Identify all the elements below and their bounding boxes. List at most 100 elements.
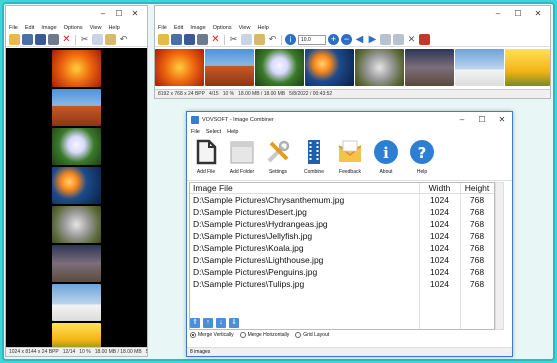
paste-icon[interactable]: [254, 34, 265, 45]
left-menubar: File Edit Image Options View Help: [6, 23, 147, 33]
save-icon[interactable]: [184, 34, 195, 45]
column-header-image-file[interactable]: Image File: [190, 183, 419, 193]
menu-file[interactable]: File: [191, 129, 200, 135]
help-button[interactable]: ? Help: [407, 136, 437, 175]
open-folder-icon[interactable]: [9, 34, 20, 45]
table-row[interactable]: D:\Sample Pictures\Jellyfish.jpg 1024 76…: [190, 230, 494, 242]
desert-thumbnail: [52, 89, 101, 126]
feedback-button[interactable]: Feedback: [335, 136, 365, 175]
zoom-in-icon[interactable]: +: [328, 34, 339, 45]
print-icon[interactable]: [48, 34, 59, 45]
copy-icon[interactable]: [92, 34, 103, 45]
cut-icon[interactable]: ✂: [79, 34, 90, 45]
table-row[interactable]: D:\Sample Pictures\Koala.jpg 1024 768: [190, 242, 494, 254]
menu-help[interactable]: Help: [227, 129, 238, 135]
menu-file[interactable]: File: [158, 25, 167, 31]
radio-selected-icon[interactable]: [190, 332, 196, 338]
column-header-width[interactable]: Width: [419, 183, 460, 193]
close-icon[interactable]: ✕: [533, 9, 543, 19]
memory-usage: 18.00 MB / 18.00 MB: [94, 349, 142, 355]
grid-layout-option[interactable]: Grid Layout: [295, 332, 329, 338]
add-folder-button[interactable]: Add Folder: [227, 136, 257, 175]
width-cell: 1024: [430, 207, 449, 217]
delete-icon[interactable]: ✕: [61, 34, 72, 45]
paste-icon[interactable]: [105, 34, 116, 45]
table-row[interactable]: D:\Sample Pictures\Desert.jpg 1024 768: [190, 206, 494, 218]
table-row[interactable]: D:\Sample Pictures\Penguins.jpg 1024 768: [190, 266, 494, 278]
menu-select[interactable]: Select: [206, 129, 221, 135]
menu-edit[interactable]: Edit: [174, 25, 183, 31]
menu-view[interactable]: View: [90, 25, 102, 31]
vertical-image-strip[interactable]: [6, 48, 147, 351]
exit-icon[interactable]: [419, 34, 430, 45]
add-file-label: Add File: [196, 169, 216, 175]
info-icon[interactable]: i: [285, 34, 296, 45]
column-header-height[interactable]: Height: [460, 183, 494, 193]
page-icon[interactable]: [380, 34, 391, 45]
table-row[interactable]: D:\Sample Pictures\Hydrangeas.jpg 1024 7…: [190, 218, 494, 230]
menu-options[interactable]: Options: [64, 25, 83, 31]
copy-icon[interactable]: [241, 34, 252, 45]
menu-view[interactable]: View: [239, 25, 251, 31]
filmstrip-icon[interactable]: [171, 34, 182, 45]
radio-icon[interactable]: [239, 332, 246, 338]
menu-image[interactable]: Image: [190, 25, 205, 31]
move-bottom-icon[interactable]: ⇓: [229, 318, 239, 328]
height-cell: 768: [469, 267, 485, 277]
file-path-cell: D:\Sample Pictures\Hydrangeas.jpg: [193, 219, 328, 229]
tools-icon[interactable]: ✕: [406, 34, 417, 45]
table-row[interactable]: D:\Sample Pictures\Lighthouse.jpg 1024 7…: [190, 254, 494, 266]
undo-icon[interactable]: ↶: [267, 34, 278, 45]
about-button[interactable]: i About: [371, 136, 401, 175]
maximize-icon[interactable]: ☐: [114, 9, 124, 19]
next-arrow-icon[interactable]: ▶: [367, 34, 378, 45]
close-icon[interactable]: ✕: [497, 115, 507, 125]
close-icon[interactable]: ✕: [130, 9, 140, 19]
undo-icon[interactable]: ↶: [118, 34, 129, 45]
lighthouse-thumbnail: [405, 49, 454, 86]
column-divider: [460, 183, 461, 329]
delete-icon[interactable]: ✕: [210, 34, 221, 45]
horizontal-image-strip[interactable]: [155, 48, 550, 92]
minimize-icon[interactable]: –: [493, 9, 503, 19]
column-divider: [419, 183, 420, 329]
maximize-icon[interactable]: ☐: [513, 9, 523, 19]
move-down-icon[interactable]: ↓: [216, 318, 226, 328]
move-top-icon[interactable]: ⇑: [190, 318, 200, 328]
image-combiner-window: VOVSOFT - Image Combiner – ☐ ✕ File Sele…: [186, 111, 513, 357]
zoom-input[interactable]: 10.0: [298, 34, 326, 45]
merge-vertically-option[interactable]: Merge Vertically: [190, 332, 234, 338]
dialog-titlebar: VOVSOFT - Image Combiner – ☐ ✕: [187, 112, 512, 127]
image-file-table[interactable]: Image File Width Height D:\Sample Pictur…: [189, 182, 495, 330]
penguins-thumbnail: [455, 49, 504, 86]
settings-button[interactable]: Settings: [263, 136, 293, 175]
width-cell: 1024: [430, 219, 449, 229]
add-file-button[interactable]: Add File: [191, 136, 221, 175]
menu-help[interactable]: Help: [108, 25, 119, 31]
pages-icon[interactable]: [393, 34, 404, 45]
menu-edit[interactable]: Edit: [25, 25, 34, 31]
table-scrollbar[interactable]: [495, 182, 504, 330]
cut-icon[interactable]: ✂: [228, 34, 239, 45]
menu-image[interactable]: Image: [41, 25, 56, 31]
menu-file[interactable]: File: [9, 25, 18, 31]
minimize-icon[interactable]: –: [98, 9, 108, 19]
save-icon[interactable]: [35, 34, 46, 45]
zoom-out-icon[interactable]: −: [341, 34, 352, 45]
open-folder-icon[interactable]: [158, 34, 169, 45]
move-up-icon[interactable]: ↑: [203, 318, 213, 328]
menu-options[interactable]: Options: [213, 25, 232, 31]
width-cell: 1024: [430, 267, 449, 277]
merge-horizontally-option[interactable]: Merge Horizontally: [239, 332, 289, 338]
combine-button[interactable]: Combine: [299, 136, 329, 175]
maximize-icon[interactable]: ☐: [477, 115, 487, 125]
table-row[interactable]: D:\Sample Pictures\Chrysanthemum.jpg 102…: [190, 194, 494, 206]
menu-help[interactable]: Help: [257, 25, 268, 31]
previous-arrow-icon[interactable]: ◀: [354, 34, 365, 45]
radio-icon[interactable]: [295, 332, 302, 338]
print-icon[interactable]: [197, 34, 208, 45]
table-row[interactable]: D:\Sample Pictures\Tulips.jpg 1024 768: [190, 278, 494, 290]
minimize-icon[interactable]: –: [457, 115, 467, 125]
filmstrip-icon[interactable]: [22, 34, 33, 45]
zoom-level: 10 %: [79, 349, 91, 355]
